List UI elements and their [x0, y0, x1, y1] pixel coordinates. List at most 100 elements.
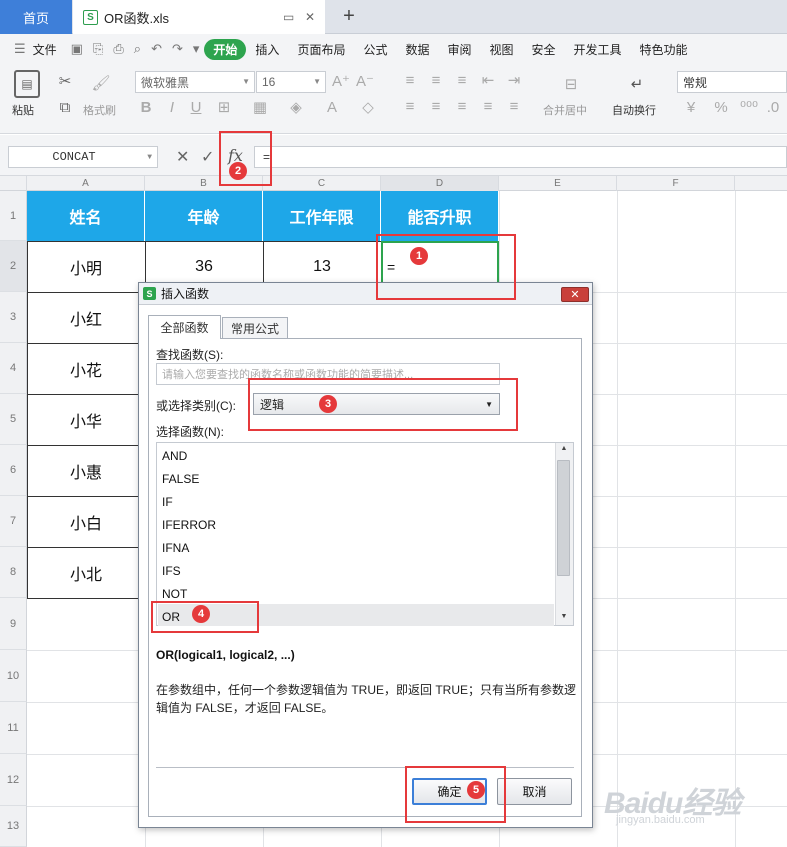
- scrollbar-thumb[interactable]: [557, 460, 570, 576]
- border-icon[interactable]: ⊞: [214, 98, 234, 116]
- decimal-icon[interactable]: .0: [764, 98, 782, 116]
- list-item[interactable]: IF: [162, 490, 173, 513]
- print-icon[interactable]: ⎙: [108, 41, 128, 57]
- menu-home[interactable]: 开始: [204, 38, 247, 60]
- font-shrink-icon[interactable]: A⁻: [356, 72, 374, 90]
- cell-name[interactable]: 小花: [27, 343, 145, 394]
- menu-formulas[interactable]: 公式: [354, 41, 396, 58]
- new-tab-button[interactable]: +: [338, 4, 360, 28]
- menu-review[interactable]: 审阅: [438, 41, 480, 58]
- window-icon[interactable]: ▭: [283, 10, 294, 24]
- row-header[interactable]: 11: [0, 702, 27, 754]
- row-header[interactable]: 9: [0, 598, 27, 650]
- format-painter-icon[interactable]: 🖌: [90, 72, 112, 94]
- list-item[interactable]: AND: [162, 444, 187, 467]
- row-header[interactable]: 10: [0, 650, 27, 702]
- menu-security[interactable]: 安全: [523, 41, 565, 58]
- paste-label[interactable]: 粘贴: [12, 102, 34, 118]
- font-size-select[interactable]: 16 ▼: [256, 71, 326, 93]
- tab-common-formulas[interactable]: 常用公式: [222, 317, 288, 339]
- column-header-e[interactable]: E: [499, 176, 617, 191]
- list-item[interactable]: IFS: [162, 559, 181, 582]
- italic-icon[interactable]: I: [164, 98, 180, 116]
- menu-insert[interactable]: 插入: [246, 41, 288, 58]
- hamburger-icon[interactable]: ☰: [0, 41, 31, 57]
- align-top-icon[interactable]: ≡: [402, 72, 418, 89]
- cell-name[interactable]: 小红: [27, 292, 145, 343]
- tab-document[interactable]: S OR函数.xls ▭ ✕: [73, 0, 325, 34]
- dialog-titlebar[interactable]: S 插入函数: [139, 283, 592, 305]
- cell-name[interactable]: 小惠: [27, 445, 145, 496]
- format-painter-label[interactable]: 格式刷: [83, 102, 116, 118]
- menu-view[interactable]: 视图: [481, 41, 523, 58]
- underline-icon[interactable]: U: [188, 98, 204, 116]
- chevron-down-icon[interactable]: ▼: [147, 153, 152, 162]
- header-cell-age[interactable]: 年龄: [145, 191, 263, 241]
- select-all-corner[interactable]: [0, 176, 27, 191]
- indent-decrease-icon[interactable]: ⇤: [480, 72, 496, 89]
- align-right-icon[interactable]: ≡: [454, 98, 470, 115]
- header-cell-name[interactable]: 姓名: [27, 191, 145, 241]
- cut-icon[interactable]: ✂: [56, 72, 74, 90]
- cell-name[interactable]: 小白: [27, 496, 145, 547]
- clipboard-icon[interactable]: ⎘: [88, 41, 108, 57]
- scroll-down-icon[interactable]: ▼: [557, 613, 571, 620]
- row-header[interactable]: 7: [0, 496, 27, 547]
- thousands-icon[interactable]: ⁰⁰⁰: [740, 98, 758, 116]
- confirm-icon[interactable]: ✓: [201, 147, 214, 167]
- header-cell-years[interactable]: 工作年限: [263, 191, 381, 241]
- currency-icon[interactable]: ¥: [682, 98, 700, 116]
- redo-icon[interactable]: ↷: [167, 41, 188, 57]
- align-left-icon[interactable]: ≡: [402, 98, 418, 115]
- copy-icon[interactable]: ⧉: [56, 98, 74, 116]
- tab-home[interactable]: 首页: [0, 0, 72, 34]
- cell-name[interactable]: 小华: [27, 394, 145, 445]
- dropdown-icon[interactable]: ▾: [188, 41, 205, 57]
- row-header[interactable]: 2: [0, 241, 27, 292]
- row-header[interactable]: 4: [0, 343, 27, 394]
- cancel-icon[interactable]: ✕: [176, 147, 189, 167]
- distribute-icon[interactable]: ≡: [506, 98, 522, 115]
- menu-page-layout[interactable]: 页面布局: [288, 41, 354, 58]
- bold-icon[interactable]: B: [138, 98, 154, 116]
- close-icon[interactable]: ✕: [561, 287, 589, 302]
- align-middle-icon[interactable]: ≡: [428, 72, 444, 89]
- row-header[interactable]: 12: [0, 754, 27, 806]
- wrap-text-icon[interactable]: ↵: [624, 72, 650, 96]
- row-header[interactable]: 13: [0, 806, 27, 847]
- font-name-select[interactable]: 微软雅黑 ▼: [135, 71, 255, 93]
- font-grow-icon[interactable]: A⁺: [332, 72, 350, 90]
- list-item[interactable]: FALSE: [162, 467, 199, 490]
- number-format-select[interactable]: 常规: [677, 71, 787, 93]
- menu-file[interactable]: 文件: [31, 41, 66, 58]
- align-center-icon[interactable]: ≡: [428, 98, 444, 115]
- row-header[interactable]: 5: [0, 394, 27, 445]
- merge-center-icon[interactable]: ⊟: [558, 72, 584, 96]
- name-box[interactable]: CONCAT ▼: [8, 146, 158, 168]
- align-bottom-icon[interactable]: ≡: [454, 72, 470, 89]
- row-header[interactable]: 1: [0, 191, 27, 241]
- cancel-button[interactable]: 取消: [497, 778, 572, 805]
- row-header[interactable]: 3: [0, 292, 27, 343]
- justify-icon[interactable]: ≡: [480, 98, 496, 115]
- paste-icon[interactable]: ▤: [14, 70, 40, 98]
- percent-icon[interactable]: %: [712, 98, 730, 116]
- cell-name[interactable]: 小北: [27, 547, 145, 598]
- close-tab-icon[interactable]: ✕: [305, 10, 315, 24]
- font-color-icon[interactable]: A: [322, 98, 342, 116]
- save-icon[interactable]: ▣: [66, 41, 88, 57]
- row-header[interactable]: 8: [0, 547, 27, 598]
- tab-all-functions[interactable]: 全部函数: [148, 315, 221, 339]
- formula-input[interactable]: =: [254, 146, 787, 168]
- column-header-a[interactable]: A: [27, 176, 145, 191]
- menu-developer[interactable]: 开发工具: [565, 41, 631, 58]
- fill-color-icon[interactable]: ◈: [286, 98, 306, 116]
- fill-style-icon[interactable]: ▦: [250, 98, 270, 116]
- list-item[interactable]: IFNA: [162, 536, 189, 559]
- clear-format-icon[interactable]: ◇: [358, 98, 378, 116]
- column-header-d[interactable]: D: [381, 176, 499, 191]
- list-item[interactable]: IFERROR: [162, 513, 216, 536]
- indent-increase-icon[interactable]: ⇥: [506, 72, 522, 89]
- column-header-c[interactable]: C: [263, 176, 381, 191]
- menu-features[interactable]: 特色功能: [631, 41, 697, 58]
